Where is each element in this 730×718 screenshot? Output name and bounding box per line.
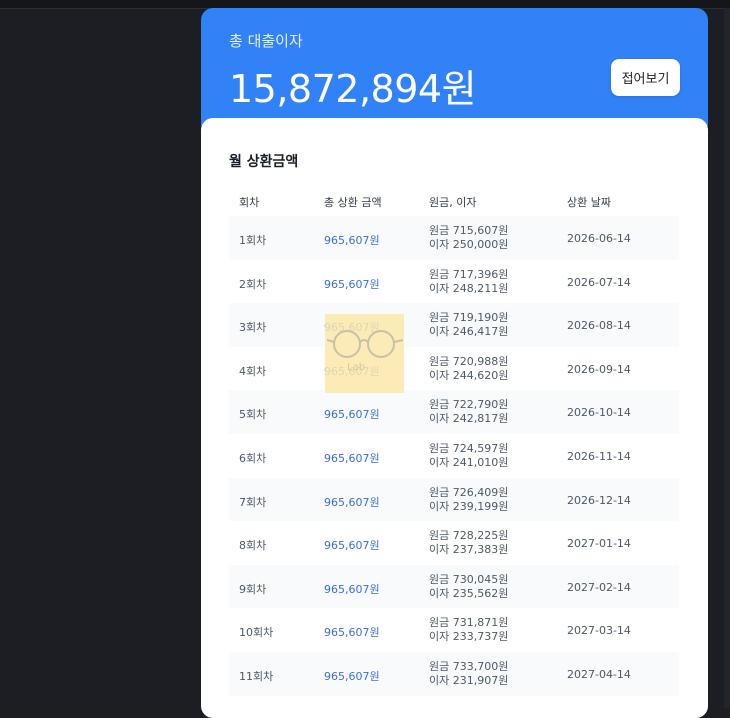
table-row: 8회차 965,607원 원금 728,225원 이자 237,383원 2027-01… [229,521,679,565]
installment-number: 5회차 [239,408,267,422]
principal-interest: 원금 730,045원 이자 235,562원 [429,573,508,601]
interest-amount: 이자 244,620원 [429,368,509,382]
payment-date: 2027-03-14 [567,624,631,638]
installment-number: 11회차 [239,669,274,683]
header-total-payment: 총 상환 금액 [324,196,382,209]
total-payment: 965,607원 [324,582,380,596]
principal-amount: 원금 733,700원 [429,659,509,673]
installment-number: 8회차 [239,539,267,553]
interest-amount: 이자 237,383원 [429,543,509,557]
interest-amount: 이자 233,737원 [429,630,509,644]
principal-interest: 원금 715,607원 이자 250,000원 [429,224,508,252]
table-row: 2회차 965,607원 원금 717,396원 이자 248,211원 2026-07… [229,260,679,304]
principal-interest: 원금 724,597원 이자 241,010원 [429,442,508,470]
table-row: 3회차965,607원원금 719,190원이자 246,417원2026-08… [229,303,679,347]
total-payment: 965,607원 [324,626,380,640]
table-row: 7회차 965,607원 원금 726,409원 이자 239,199원 2026-12… [229,477,679,522]
principal-interest: 원금 731,871원 이자 233,737원 [429,616,508,644]
table-header: 회차 총 상환 금액 원금, 이자 상환 날짜 [229,194,679,214]
installment-number: 9회차 [239,582,267,596]
installment-number: 10회차 [239,626,274,640]
header-principal-interest: 원금, 이자 [429,196,477,209]
installment-number: 1회차 [239,234,267,247]
total-payment: 965,607원 [324,451,380,465]
table-row: 10회차 965,607원 원금 731,871원 이자 233,737원 2027-0… [229,608,679,652]
payment-date: 2027-02-14 [567,580,631,594]
collapse-button[interactable]: 접어보기 [611,59,680,96]
principal-amount: 원금 715,607원 [429,224,509,237]
interest-amount: 이자 250,000원 [429,238,509,251]
interest-amount: 이자 242,817원 [429,412,509,426]
glasses-icon [327,330,403,358]
payment-date: 2026-11-14 [567,449,631,463]
payment-date: 2027-01-14 [567,537,631,551]
principal-amount: 원금 724,597원 [429,441,509,455]
principal-interest: 원금 717,396원 이자 248,211원 [429,268,508,296]
installment-number: 3회차 [239,321,267,335]
interest-amount: 이자 248,211원 [429,281,509,295]
interest-summary-card: 총 대출이자 15,872,894원 접어보기 [201,8,708,126]
principal-amount: 원금 720,988원 [429,354,509,368]
principal-amount: 원금 717,396원 [429,267,509,281]
principal-interest: 원금 720,988원 이자 244,620원 [429,355,508,383]
principal-amount: 원금 726,409원 [429,485,509,499]
payment-date: 2027-04-14 [567,667,631,681]
installment-number: 4회차 [239,364,267,378]
monthly-repayment-panel: 월 상환금액 회차 총 상환 금액 원금, 이자 상환 날짜 1회차 965,60… [201,118,708,718]
interest-amount: 이자 235,562원 [429,586,509,600]
principal-interest: 원금 733,700원 이자 231,907원 [429,660,508,688]
payment-date: 2026-07-14 [567,275,631,289]
principal-amount: 원금 722,790원 [429,398,509,412]
principal-interest: 원금 722,790원 이자 242,817원 [429,398,508,426]
total-interest-amount: 15,872,894원 [229,67,477,111]
principal-interest: 원금 728,225원 이자 237,383원 [429,529,508,557]
table-row: 6회차 965,607원 원금 724,597원 이자 241,010원 2026-11… [229,434,679,478]
installment-number: 2회차 [239,277,267,291]
repayment-table-body: 1회차 965,607원 원금 715,607원 이자 250,000원 2026-06… [229,216,679,696]
interest-amount: 이자 231,907원 [429,673,509,687]
principal-interest: 원금 719,190원 이자 246,417원 [429,311,508,339]
payment-date: 2026-08-14 [567,319,631,333]
principal-amount: 원금 730,045원 [429,572,509,586]
interest-amount: 이자 246,417원 [429,325,509,339]
total-payment: 965,607원 [324,408,380,422]
panel-title: 월 상환금액 [229,154,299,170]
total-interest-label: 총 대출이자 [229,32,303,50]
table-row: 5회차 965,607원 원금 722,790원 이자 242,817원 2026-10… [229,390,679,434]
watermark-text: Lab [347,362,366,373]
total-payment: 965,607원 [324,234,380,247]
table-row: 1회차 965,607원 원금 715,607원 이자 250,000원 2026-06… [229,216,679,260]
scrollbar-track[interactable] [724,8,730,708]
header-payment-date: 상환 날짜 [567,196,611,209]
total-payment: 965,607원 [324,539,380,553]
principal-amount: 원금 728,225원 [429,529,509,543]
interest-amount: 이자 239,199원 [429,499,509,513]
total-payment: 965,607원 [324,495,380,509]
table-row: 4회차965,607원원금 720,988원이자 244,620원2026-09… [229,347,679,391]
payment-date: 2026-06-14 [567,232,631,245]
payment-date: 2026-09-14 [567,362,631,376]
interest-amount: 이자 241,010원 [429,455,509,469]
table-row: 11회차 965,607원 원금 733,700원 이자 231,907원 2027-0… [229,651,679,696]
table-row: 9회차 965,607원 원금 730,045원 이자 235,562원 2027-02… [229,564,679,609]
installment-number: 7회차 [239,495,267,509]
installment-number: 6회차 [239,451,267,465]
principal-amount: 원금 731,871원 [429,616,509,630]
principal-amount: 원금 719,190원 [429,311,509,325]
total-payment: 965,607원 [324,277,380,291]
principal-interest: 원금 726,409원 이자 239,199원 [429,486,508,514]
total-payment: 965,607원 [324,669,380,683]
payment-date: 2026-10-14 [567,406,631,420]
payment-date: 2026-12-14 [567,493,631,507]
header-installment: 회차 [239,196,260,209]
watermark: Lab [325,314,404,393]
